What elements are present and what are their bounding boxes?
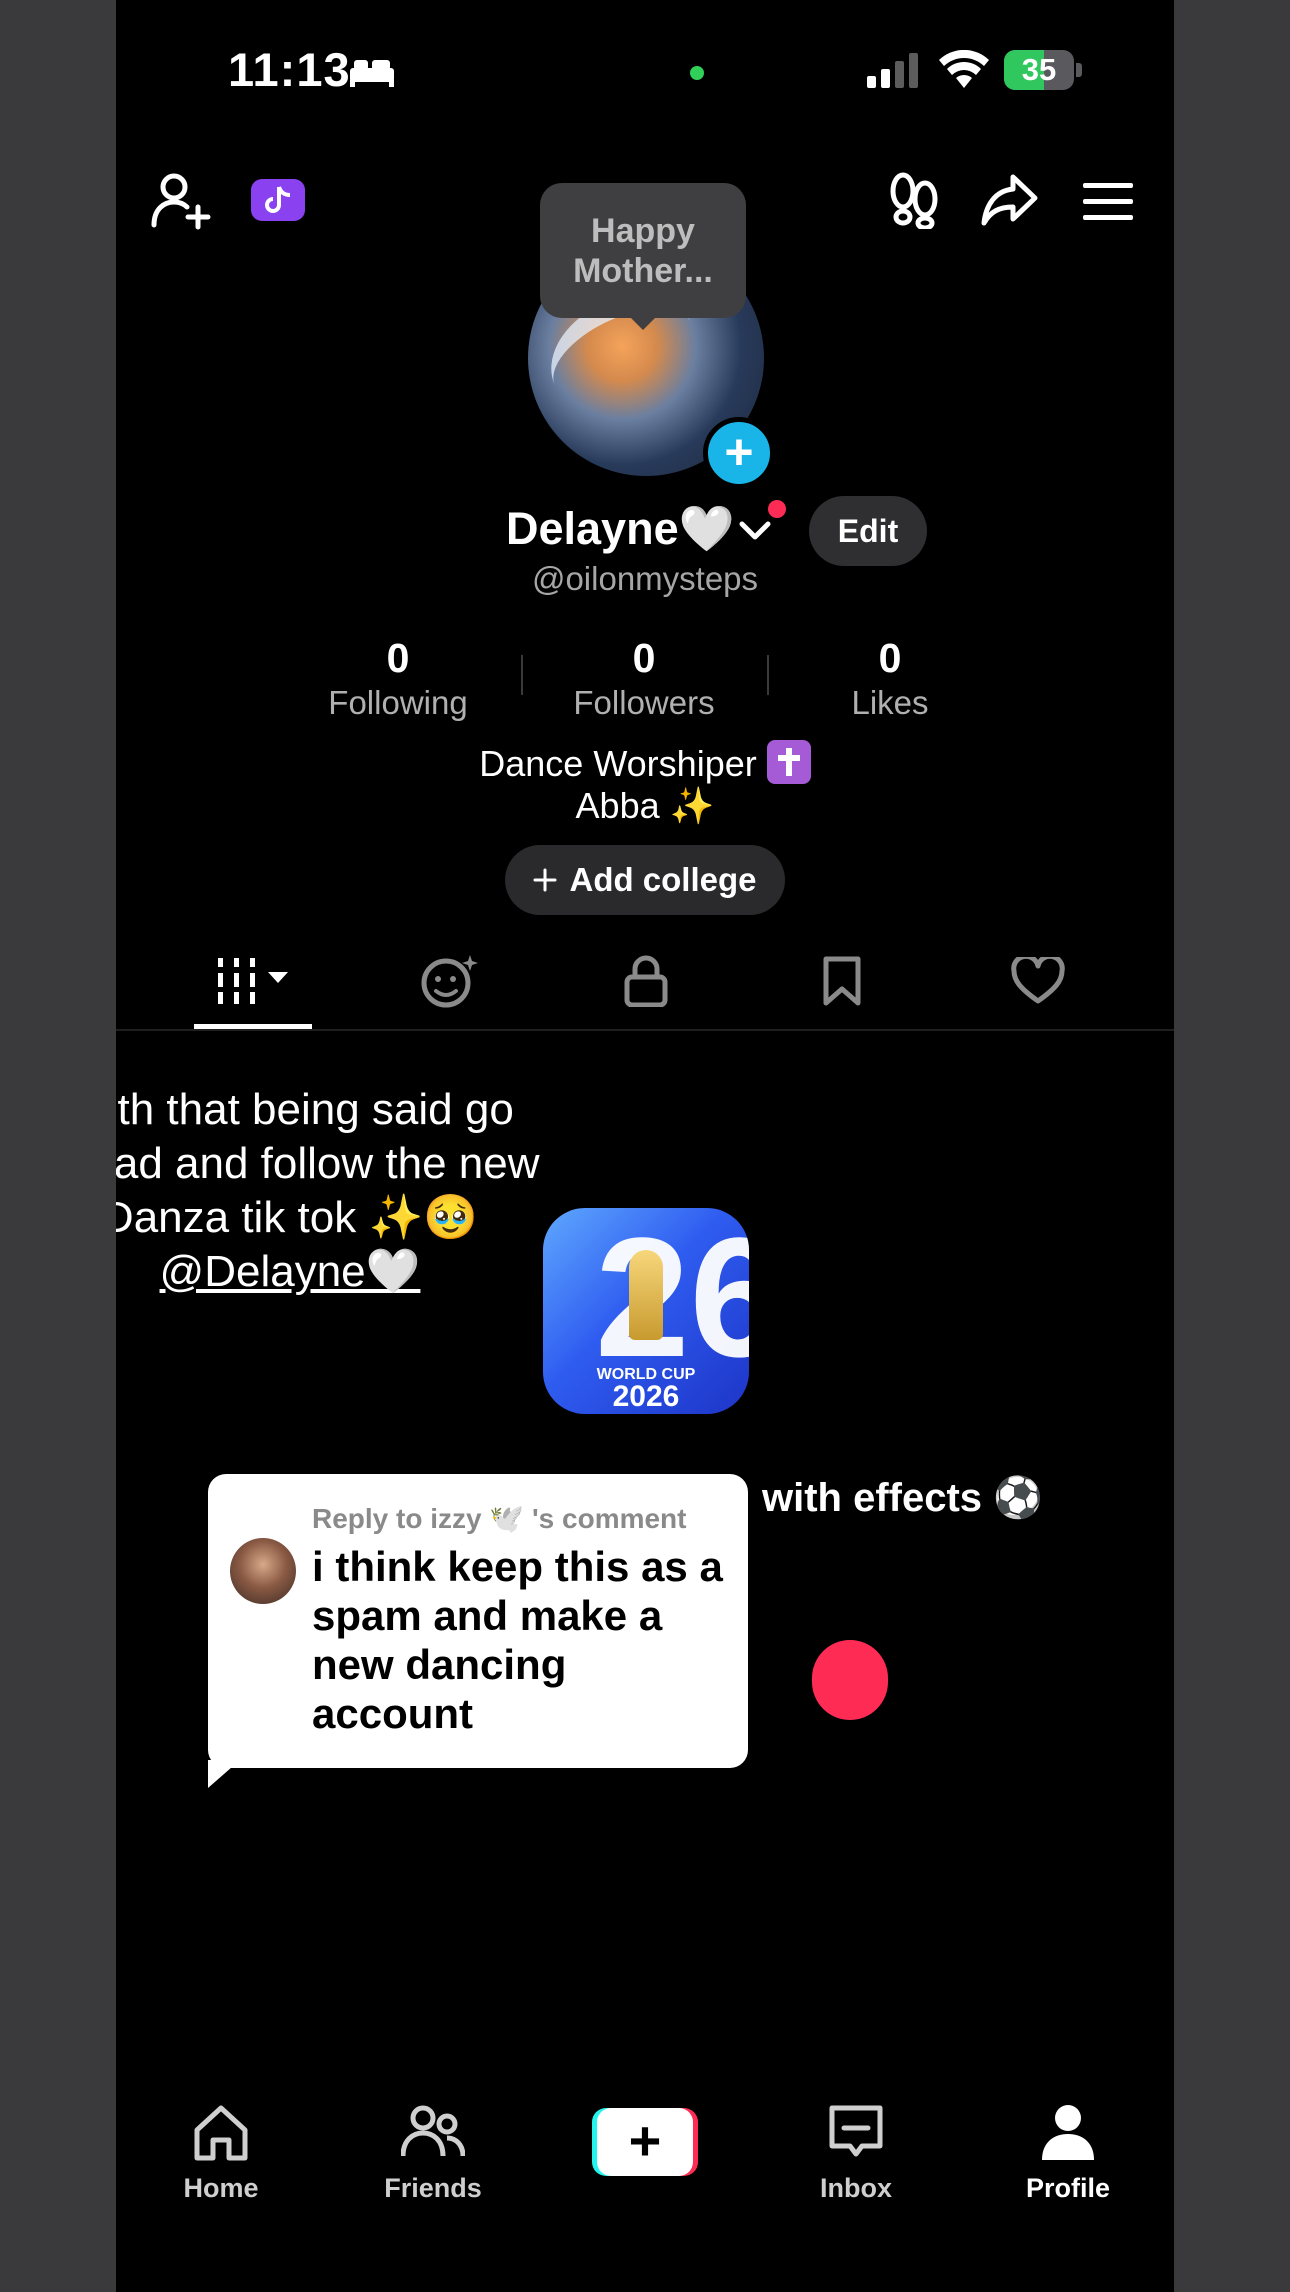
stat-value: 0 [632, 635, 656, 681]
bed-icon [350, 60, 394, 87]
nav-label: Inbox [820, 2173, 892, 2203]
sticker-face-icon [421, 955, 478, 1008]
video-grid-icon [218, 958, 288, 1004]
battery-indicator: 35 [1004, 50, 1084, 90]
share-profile-button[interactable] [978, 168, 1042, 232]
plus-icon [533, 868, 557, 892]
latin-cross-icon [766, 740, 811, 784]
stat-label: Followers [573, 684, 715, 721]
reply-comment-sticker[interactable]: Reply to izzy 🕊️ 's comment i think keep… [208, 1474, 748, 1768]
tab-liked[interactable] [978, 950, 1098, 1012]
video-caption-overlay: With that being said go ahead and follow… [116, 1083, 556, 1299]
comment-body: i think keep this as a spam and make a n… [312, 1543, 723, 1737]
tab-videos[interactable] [194, 950, 314, 1012]
create-post-button[interactable]: + [592, 2108, 698, 2176]
add-college-button[interactable]: Add college [505, 845, 785, 915]
tiktok-coin-button[interactable] [251, 179, 305, 221]
story-bubble-tail [629, 316, 657, 330]
nav-label: Friends [384, 2173, 482, 2203]
stat-followers[interactable]: 0 Followers [534, 632, 754, 722]
tiktok-note-icon [265, 186, 291, 213]
add-college-label: Add college [569, 861, 757, 898]
stat-divider [521, 655, 523, 695]
stat-divider [767, 655, 769, 695]
caption-line-1: With that being said go [116, 1085, 514, 1134]
lock-icon [624, 955, 668, 1007]
hamburger-menu-icon [1083, 183, 1133, 220]
wc-year: 2026 [612, 1380, 680, 1413]
bio-line-1: Dance Worshiper [479, 743, 757, 784]
battery-percent: 35 [1021, 52, 1057, 87]
inbox-icon [829, 2105, 883, 2157]
comment-reply-meta: Reply to izzy 🕊️ 's comment [312, 1503, 687, 1534]
camera-indicator-dot [690, 66, 704, 80]
story-note-bubble[interactable]: Happy Mother... [540, 183, 746, 318]
footprints-icon [890, 172, 938, 229]
world-cup-app-icon[interactable]: 26 WORLD CUP 2026 [543, 1208, 749, 1414]
nav-home[interactable]: Home [146, 2100, 296, 2204]
nav-label: Home [183, 2173, 259, 2203]
stat-following[interactable]: 0 Following [288, 632, 508, 722]
chevron-down-icon[interactable] [738, 518, 772, 544]
notification-dot [768, 500, 786, 518]
tab-stickers[interactable] [390, 950, 510, 1012]
profile-person-icon [1042, 2105, 1094, 2160]
effects-caption: with effects ⚽ [762, 1476, 1043, 1520]
tab-private[interactable] [586, 950, 706, 1012]
trophy-icon [629, 1250, 663, 1340]
nav-friends[interactable]: Friends [358, 2100, 508, 2204]
plus-icon: + [597, 2108, 693, 2176]
stat-value: 0 [878, 635, 902, 681]
status-time: 11:13 [228, 43, 351, 96]
edit-profile-button[interactable]: Edit [809, 496, 927, 566]
story-note-text: Happy Mother... [573, 211, 713, 290]
caption-line-2: ahead and follow the new [116, 1139, 540, 1188]
menu-button[interactable] [1079, 172, 1137, 230]
home-icon [194, 2105, 248, 2161]
wifi-icon [939, 50, 989, 88]
record-button-partial[interactable] [812, 1640, 888, 1720]
tiktok-profile-screen: 11:13 35 Happy Mother... + Delayne🤍 Edit… [116, 0, 1174, 2292]
bio-line-2: Abba ✨ [575, 785, 715, 826]
stat-label: Likes [851, 684, 929, 721]
profile-views-button[interactable] [882, 168, 946, 232]
add-person-icon [151, 173, 211, 230]
share-arrow-icon [981, 174, 1038, 226]
comment-card-tail [208, 1760, 240, 1788]
profile-bio: Dance Worshiper Abba ✨ [116, 740, 1174, 827]
friends-icon [400, 2105, 466, 2157]
profile-name[interactable]: Delayne🤍 [506, 502, 735, 555]
nav-profile[interactable]: Profile [993, 2100, 1143, 2204]
stat-label: Following [328, 684, 468, 721]
bookmark-icon [823, 956, 861, 1006]
tab-favorites[interactable] [782, 950, 902, 1012]
commenter-avatar [230, 1538, 296, 1604]
add-story-plus-button[interactable]: + [703, 417, 775, 489]
caption-mention[interactable]: @Delayne🤍 [116, 1245, 556, 1299]
heart-icon [1011, 957, 1065, 1004]
nav-label: Profile [1025, 2173, 1111, 2203]
add-friend-button[interactable] [146, 165, 216, 235]
stat-value: 0 [386, 635, 410, 681]
cellular-signal-icon [867, 53, 918, 88]
tabs-divider [116, 1029, 1174, 1031]
profile-handle: @oilonmysteps [531, 560, 759, 597]
caption-line-3: Danza tik tok ✨🥹 [116, 1193, 479, 1242]
stat-likes[interactable]: 0 Likes [780, 632, 1000, 722]
nav-inbox[interactable]: Inbox [781, 2100, 931, 2204]
